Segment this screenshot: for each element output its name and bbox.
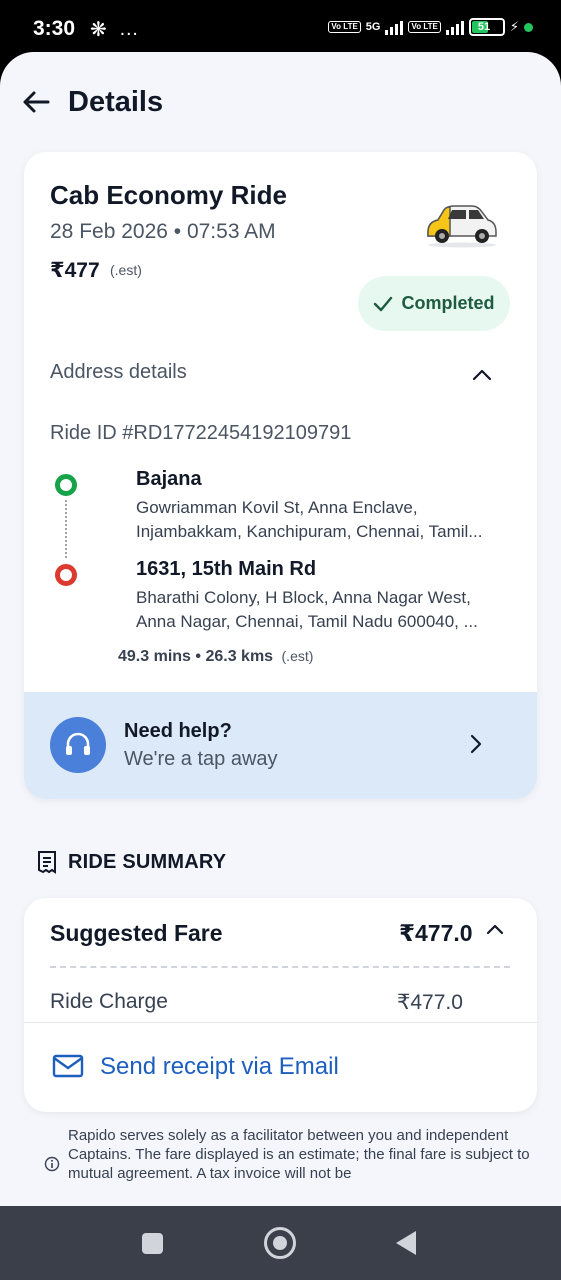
status-text: Completed bbox=[401, 293, 495, 313]
home-button[interactable] bbox=[264, 1227, 296, 1259]
chevron-up-icon bbox=[472, 369, 492, 381]
suggested-fare-label: Suggested Fare bbox=[50, 920, 223, 946]
route-connector bbox=[65, 500, 67, 558]
status-bar: 3:30 ❋ … Vo LTE 5G Vo LTE 51 ⚡ bbox=[0, 0, 561, 60]
check-icon bbox=[374, 296, 393, 311]
app-notification-icon: ❋ bbox=[90, 19, 107, 41]
drop-address-line1: Bharathi Colony, H Block, Anna Nagar Wes… bbox=[136, 588, 471, 607]
need-help-row[interactable]: Need help? We're a tap away bbox=[24, 692, 537, 799]
price-estimate-note: (.est) bbox=[110, 262, 142, 278]
charging-icon: ⚡ bbox=[509, 19, 519, 34]
page-title: Details bbox=[68, 86, 164, 118]
fare-collapse-chevron-icon[interactable] bbox=[486, 924, 504, 935]
pickup-address-line2: Injambakkam, Kanchipuram, Chennai, Tamil… bbox=[136, 522, 483, 541]
drop-marker-icon bbox=[55, 564, 77, 586]
pickup-address-line1: Gowriamman Kovil St, Anna Enclave, bbox=[136, 498, 418, 517]
suggested-fare-value: ₹477.0 bbox=[399, 920, 473, 946]
trip-duration: 49.3 mins bbox=[118, 648, 191, 665]
drop-address-line2: Anna Nagar, Chennai, Tamil Nadu 600040, … bbox=[136, 612, 478, 631]
trip-separator: • bbox=[195, 648, 201, 665]
status-time: 3:30 bbox=[33, 17, 76, 40]
receipt-icon bbox=[38, 851, 56, 874]
ride-price: ₹477 bbox=[50, 259, 100, 282]
ride-type-title: Cab Economy Ride bbox=[50, 180, 287, 210]
headset-icon bbox=[50, 717, 106, 773]
signal-icon-2 bbox=[445, 19, 464, 35]
pickup-name: Bajana bbox=[136, 468, 202, 490]
pickup-marker-icon bbox=[55, 474, 77, 496]
status-badge: Completed bbox=[358, 276, 510, 331]
status-indicators: Vo LTE 5G Vo LTE 51 ⚡ bbox=[328, 18, 533, 36]
recent-apps-button[interactable] bbox=[142, 1233, 163, 1254]
route-details: Bajana Gowriamman Kovil St, Anna Enclave… bbox=[50, 464, 520, 664]
ride-summary-heading: RIDE SUMMARY bbox=[36, 850, 226, 874]
chevron-right-icon bbox=[470, 734, 482, 754]
ride-details-card: Cab Economy Ride 28 Feb 2026 • 07:53 AM … bbox=[24, 152, 537, 799]
address-details-label: Address details bbox=[50, 361, 187, 383]
send-receipt-email-button[interactable]: Send receipt via Email bbox=[24, 1023, 537, 1112]
battery-level: 51 bbox=[477, 21, 491, 33]
signal-icon bbox=[385, 19, 404, 35]
help-subtitle: We're a tap away bbox=[124, 748, 278, 770]
volte-icon-2: Vo LTE bbox=[408, 21, 441, 33]
ride-charge-value: ₹477.0 bbox=[397, 991, 463, 1014]
battery-icon: 51 bbox=[468, 18, 505, 36]
ride-charge-label: Ride Charge bbox=[50, 990, 168, 1013]
back-button[interactable] bbox=[18, 84, 54, 120]
ride-summary-card: Suggested Fare ₹477.0 Ride Charge ₹477.0… bbox=[24, 898, 537, 1112]
mail-icon bbox=[52, 1054, 84, 1078]
network-type: 5G bbox=[365, 21, 381, 33]
address-details-toggle[interactable]: Address details bbox=[24, 347, 537, 407]
system-back-button[interactable] bbox=[396, 1231, 416, 1255]
more-notifications-icon: … bbox=[118, 18, 139, 40]
trip-stats: 49.3 mins • 26.3 kms (.est) bbox=[118, 648, 313, 666]
back-arrow-icon bbox=[23, 91, 50, 113]
info-icon bbox=[44, 1156, 60, 1172]
taxi-car-icon bbox=[427, 205, 497, 248]
top-bar: Details bbox=[0, 52, 561, 152]
volte-icon: Vo LTE bbox=[328, 21, 361, 33]
help-title: Need help? bbox=[124, 720, 232, 742]
send-receipt-label: Send receipt via Email bbox=[100, 1053, 339, 1080]
ride-datetime: 28 Feb 2026 • 07:53 AM bbox=[50, 220, 276, 243]
system-navigation-bar bbox=[0, 1206, 561, 1280]
status-notifications: ❋ … bbox=[90, 17, 139, 42]
trip-distance: 26.3 kms bbox=[205, 648, 274, 665]
privacy-dot-icon bbox=[524, 22, 533, 32]
ride-summary-label: RIDE SUMMARY bbox=[68, 850, 227, 873]
app-screen: Details Cab Economy Ride 28 Feb 2026 • 0… bbox=[0, 52, 561, 1206]
drop-name: 1631, 15th Main Rd bbox=[136, 558, 317, 580]
ride-id: Ride ID #RD17722454192109791 bbox=[50, 422, 352, 444]
trip-estimate-note: (.est) bbox=[281, 648, 314, 664]
fare-disclaimer: Rapido serves solely as a facilitator be… bbox=[68, 1127, 530, 1182]
dashed-divider bbox=[50, 966, 510, 968]
